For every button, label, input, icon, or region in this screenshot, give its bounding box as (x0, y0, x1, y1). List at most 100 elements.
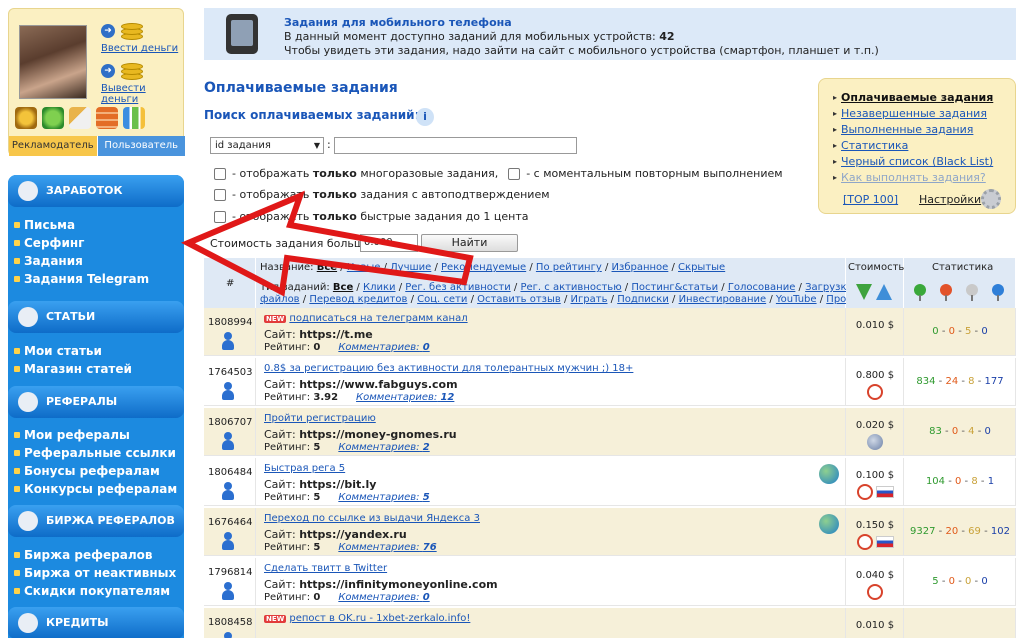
section-referral-exchange[interactable]: БИРЖА РЕФЕРАЛОВ (8, 505, 184, 537)
nav-statistics[interactable]: ▸ Статистика (833, 139, 908, 152)
reusable-checkbox[interactable] (214, 167, 226, 180)
find-button[interactable]: Найти (421, 234, 518, 252)
task-rating-value: 5 (313, 542, 321, 553)
table-row[interactable]: 1806707 Пройти регистрацию Сайт: https://m… (204, 408, 1016, 457)
type-voting[interactable]: Голосование (728, 282, 796, 293)
task-title-link[interactable]: Сделать твитт в Twitter (264, 563, 387, 574)
sidebar-item-my-articles[interactable]: Мои статьи (14, 344, 102, 358)
cost-input[interactable]: 0.000 (360, 234, 418, 252)
type-review[interactable]: Оставить отзыв (477, 294, 561, 305)
stats-icon[interactable] (123, 107, 145, 129)
task-title-link[interactable]: Переход по ссылке из выдачи Яндекса 3 (264, 513, 480, 524)
search-field-select[interactable]: id задания (210, 137, 324, 154)
filter-new[interactable]: Новые (347, 262, 381, 273)
gray-pin-icon[interactable] (966, 284, 978, 301)
tab-advertiser[interactable]: Рекламодатель (9, 136, 98, 156)
table-row[interactable]: 1764503 0.8$ за регистрацию без активност… (204, 358, 1016, 407)
filter-favorites[interactable]: Избранное (612, 262, 669, 273)
pencil-icon[interactable] (69, 107, 91, 129)
bricks-icon[interactable] (96, 107, 118, 129)
task-rating-value: 5 (313, 442, 321, 453)
dollar-icon[interactable] (42, 107, 64, 129)
sidebar-item-referral-contests[interactable]: Конкурсы рефералам (14, 482, 177, 496)
type-credits[interactable]: Перевод кредитов (309, 294, 407, 305)
blue-pin-icon[interactable] (992, 284, 1004, 301)
nav-how-to[interactable]: ▸ Как выполнять задания? (833, 171, 986, 184)
task-title-link[interactable]: подписаться на телеграмм канал (289, 313, 467, 324)
avatar[interactable] (19, 25, 87, 99)
bullet-icon (14, 570, 20, 576)
nav-unfinished-tasks[interactable]: ▸ Незавершенные задания (833, 107, 987, 120)
section-credits[interactable]: КРЕДИТЫ (8, 607, 184, 638)
top100-link[interactable]: [TOP 100] (843, 193, 898, 206)
sidebar-item-referral-links[interactable]: Реферальные ссылки (14, 446, 176, 460)
type-subscriptions[interactable]: Подписки (617, 294, 669, 305)
filter-best[interactable]: Лучшие (390, 262, 431, 273)
section-referrals[interactable]: РЕФЕРАЛЫ (8, 386, 184, 418)
table-row[interactable]: 1808994 NEW подписаться на телеграмм канал… (204, 308, 1016, 357)
settings-link[interactable]: Настройки (919, 193, 981, 206)
filter-recommended[interactable]: Рекомендуемые (441, 262, 526, 273)
type-files[interactable]: файлов (260, 294, 300, 305)
deposit-link[interactable]: Ввести деньги (101, 43, 178, 54)
green-pin-icon[interactable] (914, 284, 926, 301)
nav-black-list[interactable]: ▸ Черный список (Black List) (833, 155, 993, 168)
sidebar-item-referral-exchange[interactable]: Биржа рефералов (14, 548, 152, 562)
type-posting[interactable]: Постинг&статьи (631, 282, 718, 293)
task-stats: 83 - 0 - 4 - 0 (929, 426, 991, 437)
sidebar-item-letters[interactable]: Письма (14, 218, 75, 232)
type-reg-activity[interactable]: Рег. с активностью (520, 282, 621, 293)
task-title-link[interactable]: Пройти регистрацию (264, 413, 376, 424)
type-play[interactable]: Играть (571, 294, 608, 305)
medal-icon[interactable] (15, 107, 37, 129)
table-row[interactable]: 1808458 NEW репост в OK.ru - 1xbet-zerkalo… (204, 608, 1016, 638)
info-icon[interactable]: i (416, 108, 434, 126)
section-articles[interactable]: СТАТЬИ (8, 301, 184, 333)
fast-checkbox[interactable] (214, 210, 226, 223)
sidebar-item-my-referrals[interactable]: Мои рефералы (14, 428, 130, 442)
task-id: 1806484 (208, 467, 253, 478)
bullet-icon (14, 366, 20, 372)
comments-link[interactable]: Комментариев: 12 (356, 392, 454, 403)
task-title-link[interactable]: репост в OK.ru - 1xbet-zerkalo.info! (289, 613, 470, 624)
type-youtube[interactable]: YouTube (776, 294, 817, 305)
filter-hidden[interactable]: Скрытые (678, 262, 725, 273)
type-clicks[interactable]: Клики (363, 282, 396, 293)
instant-repeat-checkbox[interactable] (508, 167, 521, 180)
type-all[interactable]: Все (333, 282, 353, 293)
comments-link[interactable]: Комментариев: 76 (338, 542, 436, 553)
comments-link[interactable]: Комментариев: 5 (338, 492, 429, 503)
alarm-clock-icon (857, 484, 873, 500)
comments-link[interactable]: Комментариев: 0 (338, 342, 429, 353)
nav-completed-tasks[interactable]: ▸ Выполненные задания (833, 123, 973, 136)
sidebar-item-referral-bonuses[interactable]: Бонусы рефералам (14, 464, 160, 478)
table-row[interactable]: 1676464 Переход по ссылке из выдачи Яндек… (204, 508, 1016, 557)
type-social[interactable]: Соц. сети (417, 294, 467, 305)
sidebar-item-articles-shop[interactable]: Магазин статей (14, 362, 132, 376)
gear-icon[interactable] (981, 189, 1001, 209)
filter-by-rating[interactable]: По рейтингу (536, 262, 602, 273)
table-row[interactable]: 1796814 Сделать твитт в Twitter Сайт: http… (204, 558, 1016, 607)
sidebar-item-inactive-exchange[interactable]: Биржа от неактивных (14, 566, 176, 580)
sidebar-item-buyer-discounts[interactable]: Скидки покупателям (14, 584, 170, 598)
sidebar-item-tasks[interactable]: Задания (14, 254, 83, 268)
autoconfirm-checkbox[interactable] (214, 188, 226, 201)
search-input[interactable] (334, 137, 577, 154)
type-reg-no-activity[interactable]: Рег. без активности (405, 282, 510, 293)
comments-link[interactable]: Комментариев: 0 (338, 592, 429, 603)
red-pin-icon[interactable] (940, 284, 952, 301)
filter-all[interactable]: Все (317, 262, 337, 273)
task-title-link[interactable]: 0.8$ за регистрацию без активности для т… (264, 363, 633, 374)
sort-down-icon[interactable] (856, 284, 872, 300)
section-earnings[interactable]: ЗАРАБОТОК (8, 175, 184, 207)
comments-link[interactable]: Комментариев: 2 (338, 442, 429, 453)
sort-up-icon[interactable] (876, 284, 892, 300)
withdraw-link[interactable]: Вывести деньги (101, 83, 183, 105)
sidebar-item-telegram-tasks[interactable]: Задания Telegram (14, 272, 149, 286)
nav-paid-tasks[interactable]: ▸ Оплачиваемые задания (833, 91, 993, 104)
type-investing[interactable]: Инвестирование (679, 294, 767, 305)
table-row[interactable]: 1806484 Быстрая рега 5 Сайт: https://bit.l… (204, 458, 1016, 507)
sidebar-item-surfing[interactable]: Серфинг (14, 236, 84, 250)
tab-user[interactable]: Пользователь (97, 136, 185, 156)
task-title-link[interactable]: Быстрая рега 5 (264, 463, 345, 474)
